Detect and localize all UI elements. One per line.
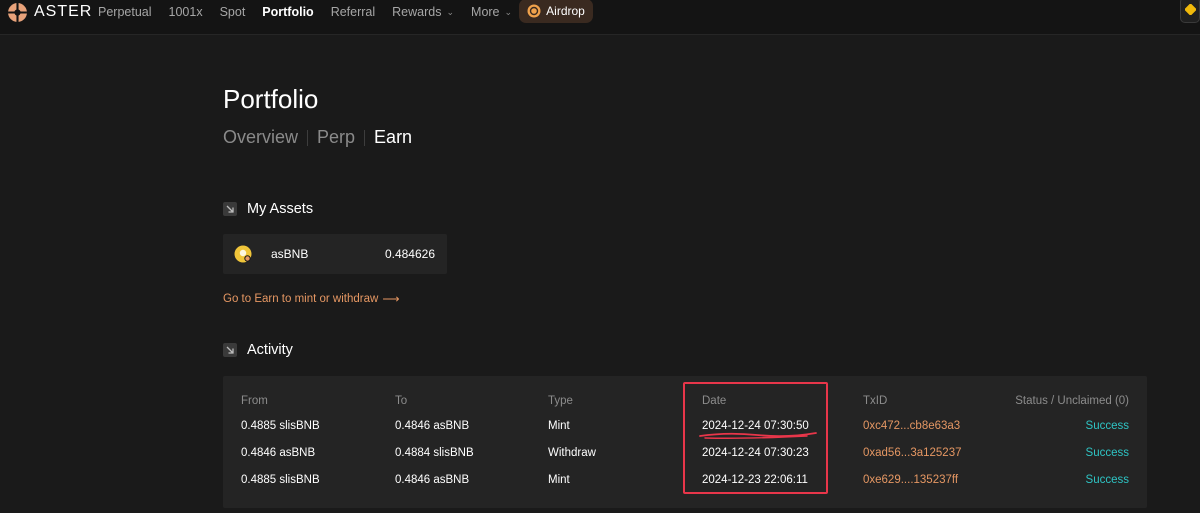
cell-txid-link[interactable]: 0xc472...cb8e63a3 bbox=[863, 420, 960, 432]
nav-item-perpetual[interactable]: Perpetual bbox=[98, 5, 152, 19]
cell-from: 0.4885 slisBNB bbox=[241, 420, 320, 432]
nav-label: Portfolio bbox=[262, 5, 314, 19]
nav-item-1001x[interactable]: 1001x bbox=[169, 5, 203, 19]
nav-label: 1001x bbox=[168, 5, 203, 19]
chevron-down-icon: ⌄ bbox=[446, 6, 455, 17]
nav-item-referral[interactable]: Referral bbox=[331, 5, 375, 19]
main-nav: Perpetual 1001x Spot Portfolio Referral … bbox=[98, 4, 529, 20]
nav-label: More bbox=[471, 5, 500, 19]
earn-link-text: Go to Earn to mint or withdraw bbox=[223, 293, 379, 305]
airdrop-coin-icon bbox=[527, 4, 541, 18]
nav-label: Referral bbox=[330, 5, 376, 19]
cell-from: 0.4885 slisBNB bbox=[241, 474, 320, 486]
bnb-wallet-icon bbox=[1185, 4, 1196, 15]
asset-amount: 0.484626 bbox=[384, 247, 435, 261]
go-to-earn-link[interactable]: Go to Earn to mint or withdraw ⟶ bbox=[223, 292, 400, 306]
cell-from: 0.4846 asBNB bbox=[241, 447, 316, 459]
column-header-from: From bbox=[241, 395, 268, 407]
arrow-down-right-icon bbox=[223, 202, 237, 216]
airdrop-label: Airdrop bbox=[546, 4, 585, 18]
nav-item-rewards[interactable]: Rewards ⌄ bbox=[392, 5, 454, 19]
tab-divider bbox=[307, 129, 309, 146]
tab-overview[interactable]: Overview bbox=[223, 127, 298, 148]
nav-item-more[interactable]: More ⌄ bbox=[471, 5, 512, 19]
nav-label: Perpetual bbox=[98, 5, 152, 19]
aster-logo-icon bbox=[8, 2, 27, 22]
cell-type: Mint bbox=[548, 420, 570, 432]
section-title: My Assets bbox=[247, 201, 314, 217]
asbnb-token-icon bbox=[234, 245, 252, 263]
my-assets-header: My Assets bbox=[223, 201, 313, 217]
brand-name: ASTER bbox=[34, 3, 93, 20]
nav-item-spot[interactable]: Spot bbox=[220, 5, 246, 19]
tab-perp[interactable]: Perp bbox=[317, 127, 355, 148]
brand-logo[interactable]: ASTER bbox=[7, 2, 93, 22]
cell-type: Mint bbox=[548, 474, 570, 486]
arrow-down-right-icon bbox=[223, 343, 237, 357]
status-badge: Success bbox=[1085, 420, 1129, 432]
long-arrow-right-icon: ⟶ bbox=[382, 292, 400, 306]
status-badge: Success bbox=[1085, 447, 1129, 459]
column-header-status: Status / Unclaimed (0) bbox=[1015, 395, 1129, 407]
cell-to: 0.4884 slisBNB bbox=[395, 447, 474, 459]
nav-label: Spot bbox=[219, 5, 246, 19]
column-header-to: To bbox=[395, 395, 408, 407]
cell-type: Withdraw bbox=[548, 447, 596, 459]
section-title: Activity bbox=[247, 342, 293, 358]
page-title: Portfolio bbox=[223, 84, 319, 114]
chevron-down-icon: ⌄ bbox=[504, 6, 513, 17]
red-underline-annotation bbox=[699, 432, 817, 439]
nav-item-portfolio[interactable]: Portfolio bbox=[262, 5, 313, 19]
airdrop-button[interactable]: Airdrop bbox=[519, 0, 593, 23]
cell-txid-link[interactable]: 0xad56...3a125237 bbox=[863, 447, 961, 459]
tab-earn[interactable]: Earn bbox=[374, 127, 412, 148]
status-badge: Success bbox=[1085, 474, 1129, 486]
asset-symbol: asBNB bbox=[271, 247, 309, 261]
cell-to: 0.4846 asBNB bbox=[395, 420, 470, 432]
cell-txid-link[interactable]: 0xe629....135237ff bbox=[863, 474, 958, 486]
portfolio-tabs: Overview Perp Earn bbox=[223, 127, 412, 148]
nav-label: Rewards bbox=[392, 5, 442, 19]
column-header-type: Type bbox=[548, 395, 573, 407]
wallet-icon[interactable] bbox=[1180, 0, 1200, 23]
top-navigation-bar: ASTER Perpetual 1001x Spot Portfolio Ref… bbox=[0, 0, 1200, 35]
column-header-txid: TxID bbox=[863, 395, 888, 407]
activity-header: Activity bbox=[223, 342, 293, 358]
asset-row: asBNB 0.484626 bbox=[223, 234, 447, 274]
cell-to: 0.4846 asBNB bbox=[395, 474, 470, 486]
tab-divider bbox=[364, 129, 366, 146]
